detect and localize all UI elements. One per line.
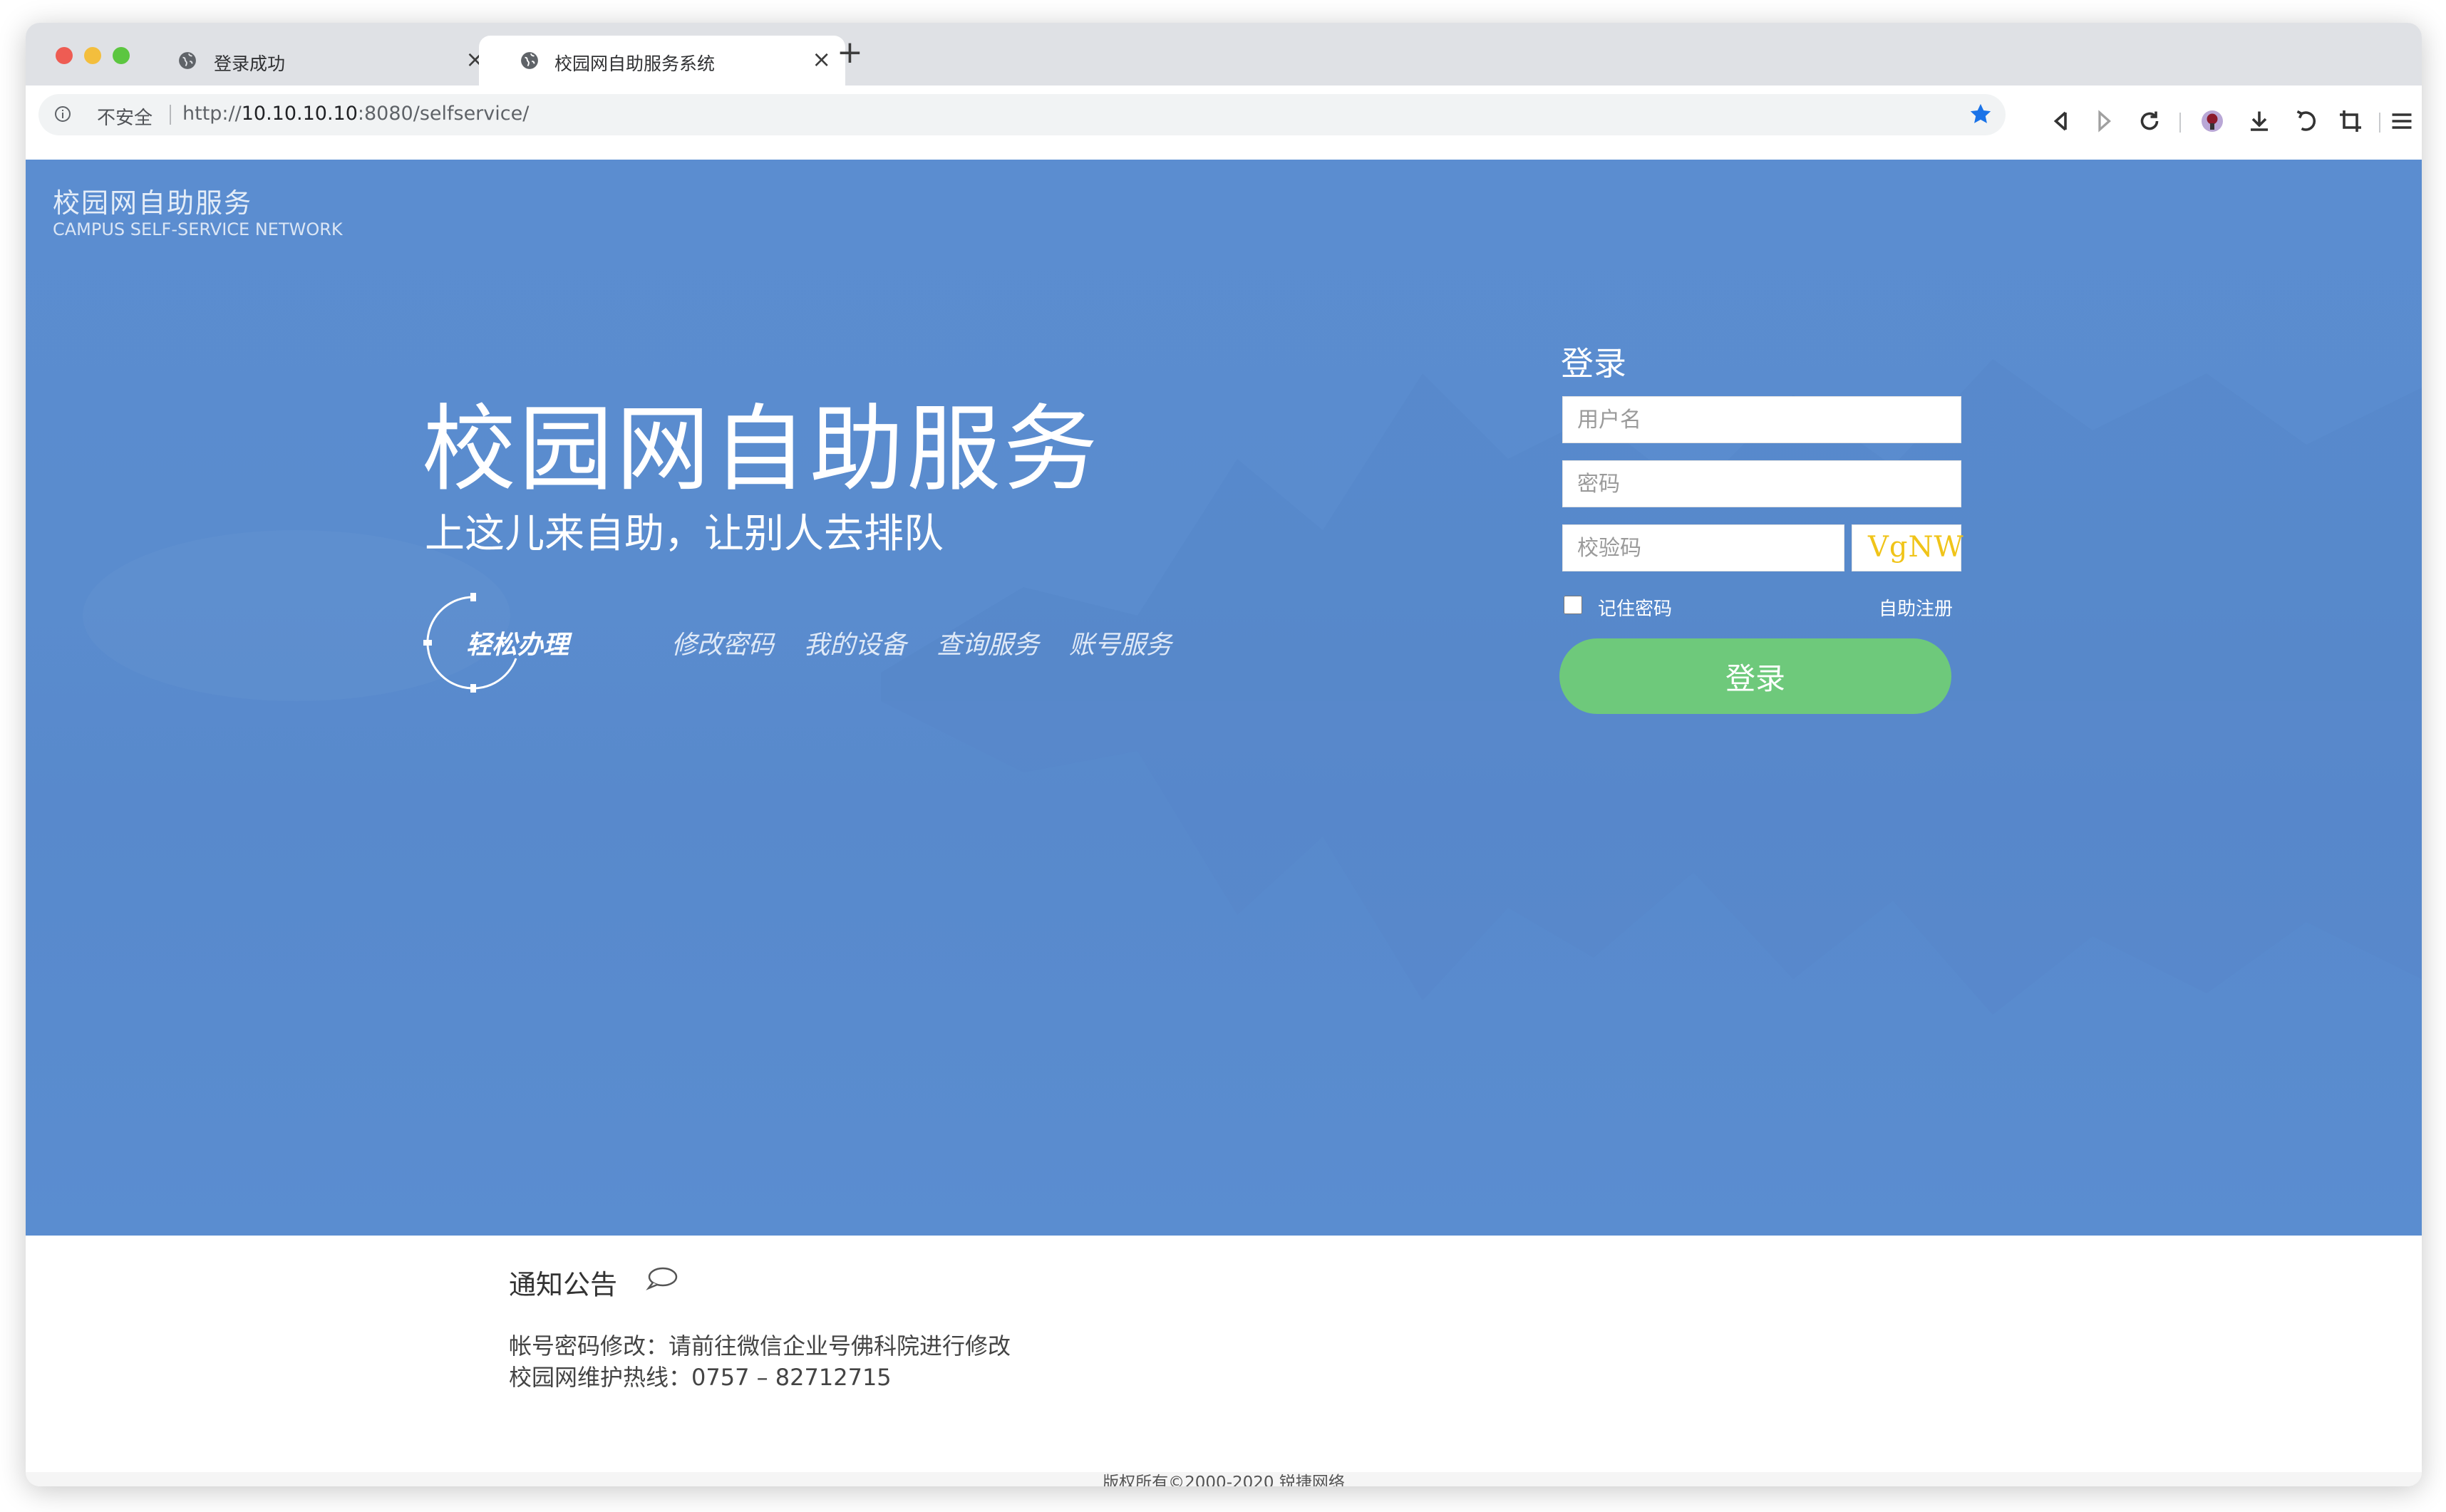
- notice-line: 校园网维护热线：0757 – 82712715: [509, 1364, 892, 1391]
- tab-self-service[interactable]: 校园网自助服务系统 ×: [479, 36, 845, 86]
- tab-bar: 登录成功 × 校园网自助服务系统 × +: [26, 23, 2422, 86]
- new-tab-button[interactable]: +: [837, 37, 863, 68]
- copyright-text: 版权所有©2000-2020 锐捷网络: [1103, 1474, 1345, 1486]
- globe-icon: [179, 52, 196, 69]
- service-link-query[interactable]: 查询服务: [936, 624, 1039, 661]
- hero-title: 校园网自助服务: [422, 395, 1100, 504]
- menu-icon[interactable]: [2389, 108, 2415, 134]
- service-link-my-devices[interactable]: 我的设备: [804, 624, 907, 661]
- footer: 版权所有©2000-2020 锐捷网络: [26, 1472, 2422, 1486]
- password-input[interactable]: [1562, 460, 1961, 507]
- extension-icon[interactable]: [2199, 108, 2225, 134]
- service-link-change-password[interactable]: 修改密码: [671, 624, 774, 661]
- bookmark-star-icon[interactable]: [1968, 102, 1993, 126]
- reload-icon[interactable]: [2137, 108, 2162, 134]
- browser-window: 登录成功 × 校园网自助服务系统 × + 不安全 http://10.10.10…: [26, 23, 2422, 1486]
- tab-title: 校园网自助服务系统: [554, 53, 716, 74]
- crop-icon[interactable]: [2338, 108, 2363, 134]
- forward-icon[interactable]: [2091, 108, 2117, 134]
- tab-login-success[interactable]: 登录成功 ×: [153, 36, 499, 86]
- login-button[interactable]: 登录: [1559, 638, 1951, 714]
- speech-bubble-icon: [646, 1267, 678, 1290]
- address-separator: [170, 105, 171, 125]
- security-label: 不安全: [97, 108, 153, 129]
- captcha-input[interactable]: [1562, 524, 1844, 571]
- toolbar-separator: [2179, 113, 2181, 133]
- close-icon[interactable]: ×: [812, 46, 831, 73]
- captcha-image[interactable]: VgNW: [1852, 524, 1964, 571]
- easy-process-label: 轻松办理: [466, 631, 569, 660]
- address-bar[interactable]: 不安全 http://10.10.10.10:8080/selfservice/: [38, 94, 2006, 135]
- username-input[interactable]: [1562, 396, 1961, 443]
- globe-icon: [521, 52, 538, 69]
- info-icon[interactable]: [54, 105, 71, 123]
- background-forest-image: [83, 359, 2422, 1015]
- url-text[interactable]: http://10.10.10.10:8080/selfservice/: [182, 103, 529, 125]
- site-logo-text: 校园网自助服务: [53, 187, 253, 219]
- tab-title: 登录成功: [214, 53, 286, 74]
- notice-title: 通知公告: [509, 1269, 618, 1300]
- hero-subtitle: 上这儿来自助，让别人去排队: [425, 511, 944, 557]
- notice-line: 帐号密码修改：请前往微信企业号佛科院进行修改: [509, 1332, 1011, 1360]
- window-minimize-button[interactable]: [84, 47, 101, 64]
- remember-password-label[interactable]: 记住密码: [1598, 594, 1672, 621]
- undo-icon[interactable]: [2292, 108, 2318, 134]
- captcha-text: VgNW: [1868, 531, 1964, 564]
- login-title: 登录: [1561, 344, 1626, 383]
- download-icon[interactable]: [2246, 108, 2272, 134]
- back-icon[interactable]: [2048, 108, 2074, 134]
- page-content: 校园网自助服务 CAMPUS SELF-SERVICE NETWORK 校园网自…: [26, 160, 2422, 1486]
- service-link-account[interactable]: 账号服务: [1069, 624, 1172, 661]
- remember-password-checkbox[interactable]: [1564, 596, 1582, 614]
- site-logo-subtext: CAMPUS SELF-SERVICE NETWORK: [53, 219, 343, 239]
- hero-banner: 校园网自助服务 CAMPUS SELF-SERVICE NETWORK 校园网自…: [26, 160, 2422, 1236]
- self-register-link[interactable]: 自助注册: [1879, 594, 1953, 621]
- window-maximize-button[interactable]: [113, 47, 130, 64]
- browser-toolbar: 不安全 http://10.10.10.10:8080/selfservice/: [26, 86, 2422, 160]
- window-close-button[interactable]: [56, 47, 73, 64]
- toolbar-separator: [2379, 113, 2380, 133]
